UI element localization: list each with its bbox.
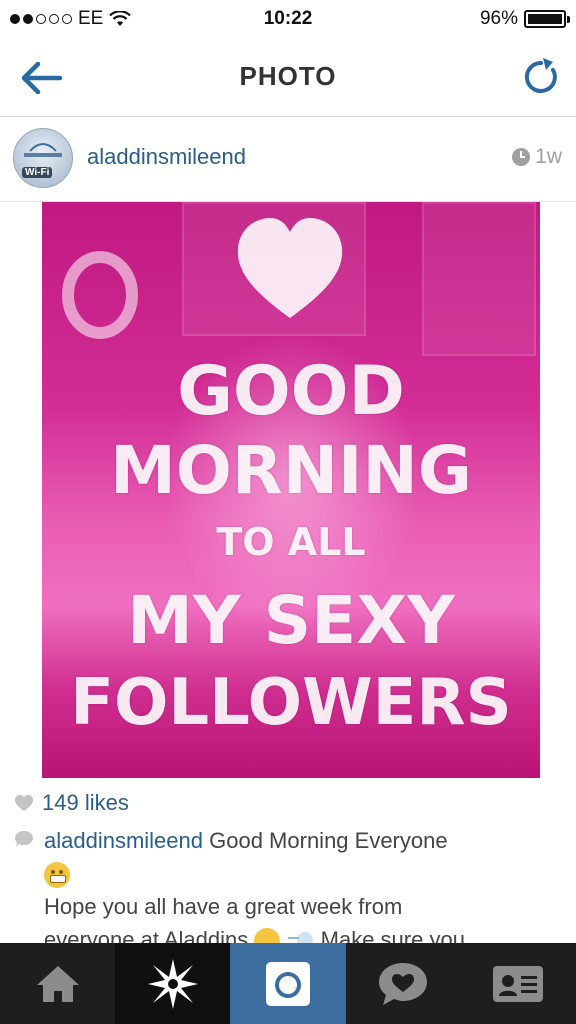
comment-bubble-icon bbox=[15, 831, 33, 847]
like-heart-icon bbox=[15, 795, 33, 811]
avatar-badge: Wi-Fi bbox=[22, 167, 53, 178]
tab-bar bbox=[0, 943, 576, 1024]
likes-count: 149 likes bbox=[42, 790, 129, 815]
tab-activity[interactable] bbox=[346, 943, 461, 1024]
camera-icon bbox=[266, 961, 310, 1006]
status-bar: EE 10:22 96% bbox=[0, 0, 576, 40]
tab-camera[interactable] bbox=[230, 943, 346, 1024]
explore-icon bbox=[147, 958, 198, 1009]
post-timestamp: 1w bbox=[511, 145, 562, 169]
post-header: Wi-Fi aladdinsmileend 1w bbox=[0, 117, 576, 202]
home-icon bbox=[36, 965, 79, 1002]
tab-profile[interactable] bbox=[461, 943, 576, 1024]
caption-username[interactable]: aladdinsmileend bbox=[44, 828, 203, 853]
tab-home[interactable] bbox=[0, 943, 115, 1024]
page-title: PHOTO bbox=[239, 61, 337, 91]
clock-icon bbox=[512, 148, 531, 166]
battery-icon bbox=[524, 10, 570, 28]
likes-row[interactable]: 149 likes bbox=[14, 790, 129, 816]
photo-text-line: TO ALL bbox=[216, 520, 366, 564]
background-window bbox=[422, 202, 536, 356]
grinning-face-icon bbox=[44, 862, 70, 889]
nav-bar: PHOTO bbox=[0, 40, 576, 117]
refresh-button[interactable] bbox=[520, 56, 562, 98]
battery-percent: 96% bbox=[479, 8, 518, 29]
profile-icon bbox=[493, 965, 544, 1002]
photo-text-line: MORNING bbox=[110, 432, 472, 509]
activity-icon bbox=[379, 962, 428, 1005]
status-right: 96% bbox=[479, 8, 570, 30]
tab-explore[interactable] bbox=[115, 943, 231, 1024]
caption-text: Hope you all have a great week from bbox=[44, 894, 403, 919]
photo-text-line: FOLLOWERS bbox=[70, 666, 512, 740]
post-photo[interactable]: GOOD MORNING TO ALL MY SEXY FOLLOWERS bbox=[42, 202, 540, 778]
post-time-text: 1w bbox=[535, 145, 562, 168]
caption: aladdinsmileend Good Morning Everyone Ho… bbox=[14, 824, 562, 956]
caption-body: aladdinsmileend Good Morning Everyone Ho… bbox=[44, 824, 562, 956]
post-username[interactable]: aladdinsmileend bbox=[87, 144, 246, 170]
photo-text-line: GOOD bbox=[177, 352, 405, 431]
heart-icon bbox=[237, 218, 343, 318]
avatar[interactable]: Wi-Fi bbox=[13, 128, 73, 188]
caption-text: Good Morning Everyone bbox=[209, 828, 448, 853]
photo-life-ring-icon bbox=[62, 251, 138, 339]
refresh-icon bbox=[524, 58, 557, 93]
photo-text-line: MY SEXY bbox=[127, 582, 455, 659]
